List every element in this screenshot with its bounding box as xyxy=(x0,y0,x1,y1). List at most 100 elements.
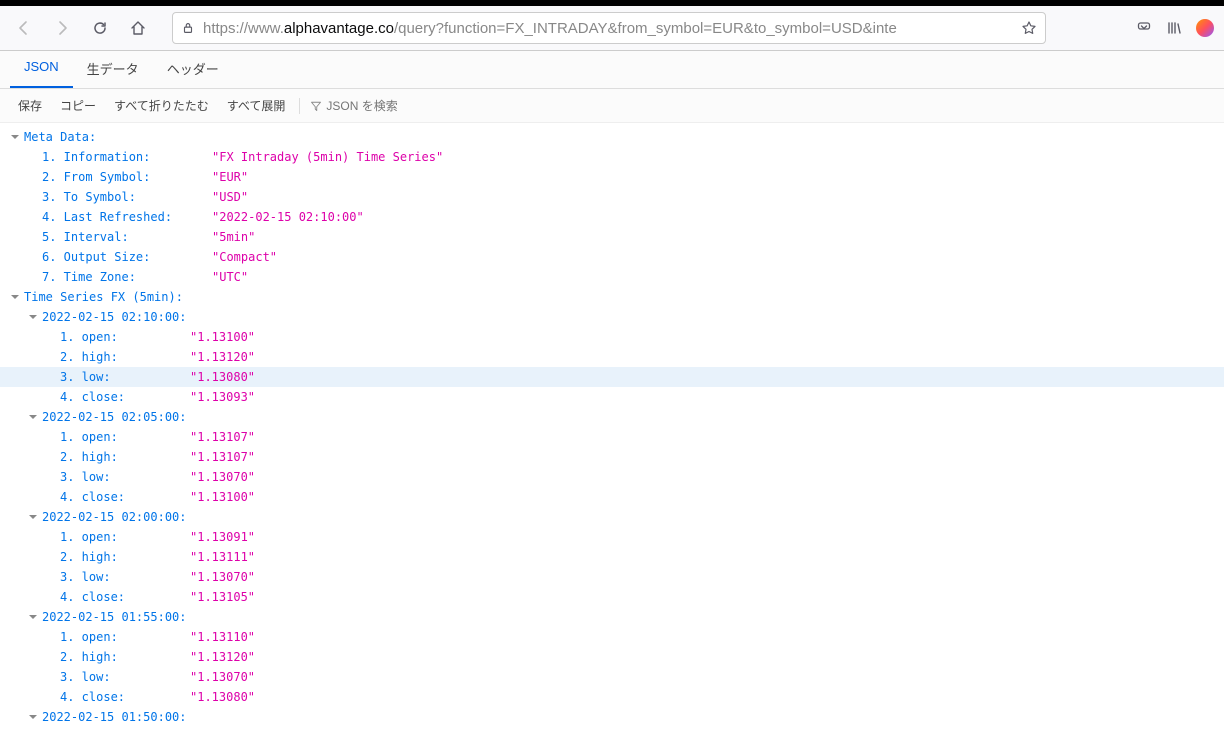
json-key: 2. high xyxy=(60,350,118,364)
json-node[interactable]: Time Series FX (5min) xyxy=(0,287,1224,307)
json-leaf[interactable]: 2. high "1.13120" xyxy=(0,347,1224,367)
json-key: 4. Last Refreshed xyxy=(42,210,172,224)
json-key: 4. close xyxy=(60,490,125,504)
json-leaf[interactable]: 3. To Symbol"USD" xyxy=(0,187,1224,207)
separator xyxy=(299,98,300,114)
url-bar[interactable]: https://www.alphavantage.co/query?functi… xyxy=(172,12,1046,44)
json-leaf[interactable]: 3. low "1.13070" xyxy=(0,567,1224,587)
right-icons xyxy=(1136,19,1214,37)
json-leaf[interactable]: 1. open "1.13107" xyxy=(0,427,1224,447)
json-key: 2022-02-15 02:05:00 xyxy=(42,407,187,427)
json-key: 2022-02-15 01:55:00 xyxy=(42,607,187,627)
json-key: 1. open xyxy=(60,530,118,544)
browser-chrome: https://www.alphavantage.co/query?functi… xyxy=(0,0,1224,51)
json-value: "5min" xyxy=(212,227,255,247)
json-value: "1.13107" xyxy=(190,427,255,447)
json-value: "EUR" xyxy=(212,167,248,187)
json-key: 3. low xyxy=(60,470,111,484)
json-leaf[interactable]: 4. close "1.13100" xyxy=(0,487,1224,507)
tab-raw-data[interactable]: 生データ xyxy=(73,51,153,88)
json-key: 3. low xyxy=(60,370,111,384)
json-key: 2. high xyxy=(60,650,118,664)
json-leaf[interactable]: 5. Interval "5min" xyxy=(0,227,1224,247)
json-filter-input[interactable] xyxy=(326,99,426,113)
json-leaf[interactable]: 2. high "1.13107" xyxy=(0,447,1224,467)
firefox-icon[interactable] xyxy=(1196,19,1214,37)
json-key: 6. Output Size xyxy=(42,250,150,264)
expand-toggle[interactable] xyxy=(10,292,20,302)
json-key: 2. high xyxy=(60,450,118,464)
arrow-left-icon xyxy=(16,20,32,36)
expand-toggle[interactable] xyxy=(28,612,38,622)
expand-all-button[interactable]: すべて展開 xyxy=(219,93,294,118)
expand-toggle[interactable] xyxy=(28,412,38,422)
json-value: "1.13093" xyxy=(190,387,255,407)
json-leaf[interactable]: 4. Last Refreshed "2022-02-15 02:10:00" xyxy=(0,207,1224,227)
expand-toggle[interactable] xyxy=(10,132,20,142)
json-tree: Meta Data1. Information"FX Intraday (5mi… xyxy=(0,123,1224,731)
library-icon[interactable] xyxy=(1166,19,1182,37)
json-node[interactable]: 2022-02-15 01:50:00 xyxy=(0,707,1224,727)
json-value: "UTC" xyxy=(212,267,248,287)
json-value: "1.13120" xyxy=(190,347,255,367)
json-leaf[interactable]: 2. high "1.13120" xyxy=(0,647,1224,667)
json-value: "USD" xyxy=(212,187,248,207)
json-key: 2022-02-15 01:50:00 xyxy=(42,707,187,727)
json-value: "2022-02-15 02:10:00" xyxy=(212,207,364,227)
json-key: 2022-02-15 02:10:00 xyxy=(42,307,187,327)
json-key: 1. open xyxy=(60,430,118,444)
home-icon xyxy=(130,20,146,36)
json-value: "1.13107" xyxy=(190,447,255,467)
json-leaf[interactable]: 1. Information"FX Intraday (5min) Time S… xyxy=(0,147,1224,167)
json-value: "1.13070" xyxy=(190,567,255,587)
json-leaf[interactable]: 2. From Symbol"EUR" xyxy=(0,167,1224,187)
bookmark-star-icon[interactable] xyxy=(1021,20,1037,36)
json-leaf[interactable]: 3. low"1.13070" xyxy=(0,467,1224,487)
json-value: "1.13091" xyxy=(190,527,255,547)
tab-headers[interactable]: ヘッダー xyxy=(153,51,233,88)
expand-toggle[interactable] xyxy=(28,312,38,322)
tab-json[interactable]: JSON xyxy=(10,51,73,88)
collapse-all-button[interactable]: すべて折りたたむ xyxy=(106,93,217,118)
json-value: "1.13120" xyxy=(190,647,255,667)
json-leaf[interactable]: 2. high"1.13111" xyxy=(0,547,1224,567)
save-button[interactable]: 保存 xyxy=(10,93,50,118)
json-value: "1.13070" xyxy=(190,667,255,687)
json-key: 1. Information xyxy=(42,150,150,164)
json-value: "1.13110" xyxy=(190,627,255,647)
json-value: "1.13080" xyxy=(190,367,255,387)
json-node[interactable]: 2022-02-15 02:05:00 xyxy=(0,407,1224,427)
arrow-right-icon xyxy=(54,20,70,36)
json-leaf[interactable]: 1. open"1.13110" xyxy=(0,627,1224,647)
json-leaf[interactable]: 6. Output Size"Compact" xyxy=(0,247,1224,267)
json-key: 4. close xyxy=(60,390,125,404)
json-leaf[interactable]: 4. close "1.13093" xyxy=(0,387,1224,407)
filter-icon xyxy=(310,100,322,112)
json-leaf[interactable]: 3. low "1.13070" xyxy=(0,667,1224,687)
json-leaf[interactable]: 4. close"1.13080" xyxy=(0,687,1224,707)
pocket-icon[interactable] xyxy=(1136,19,1152,37)
json-node[interactable]: 2022-02-15 02:10:00 xyxy=(0,307,1224,327)
json-leaf[interactable]: 3. low "1.13080" xyxy=(0,367,1224,387)
expand-toggle[interactable] xyxy=(28,512,38,522)
home-button[interactable] xyxy=(124,14,152,42)
json-value: "1.13100" xyxy=(190,487,255,507)
json-key: 3. low xyxy=(60,670,111,684)
json-leaf[interactable]: 7. Time Zone"UTC" xyxy=(0,267,1224,287)
expand-toggle[interactable] xyxy=(28,712,38,722)
reload-button[interactable] xyxy=(86,14,114,42)
json-node[interactable]: 2022-02-15 02:00:00 xyxy=(0,507,1224,527)
json-leaf[interactable]: 1. open "1.13091" xyxy=(0,527,1224,547)
json-leaf[interactable]: 1. open"1.13100" xyxy=(0,327,1224,347)
json-key: Meta Data xyxy=(24,127,96,147)
json-node[interactable]: 2022-02-15 01:55:00 xyxy=(0,607,1224,627)
json-key: 4. close xyxy=(60,590,125,604)
json-node[interactable]: Meta Data xyxy=(0,127,1224,147)
json-key: 5. Interval xyxy=(42,230,129,244)
copy-button[interactable]: コピー xyxy=(52,93,104,118)
json-leaf[interactable]: 4. close "1.13105" xyxy=(0,587,1224,607)
json-key: 2. high xyxy=(60,550,118,564)
json-key: 2022-02-15 02:00:00 xyxy=(42,507,187,527)
json-value: "1.13105" xyxy=(190,587,255,607)
json-key: 3. low xyxy=(60,570,111,584)
